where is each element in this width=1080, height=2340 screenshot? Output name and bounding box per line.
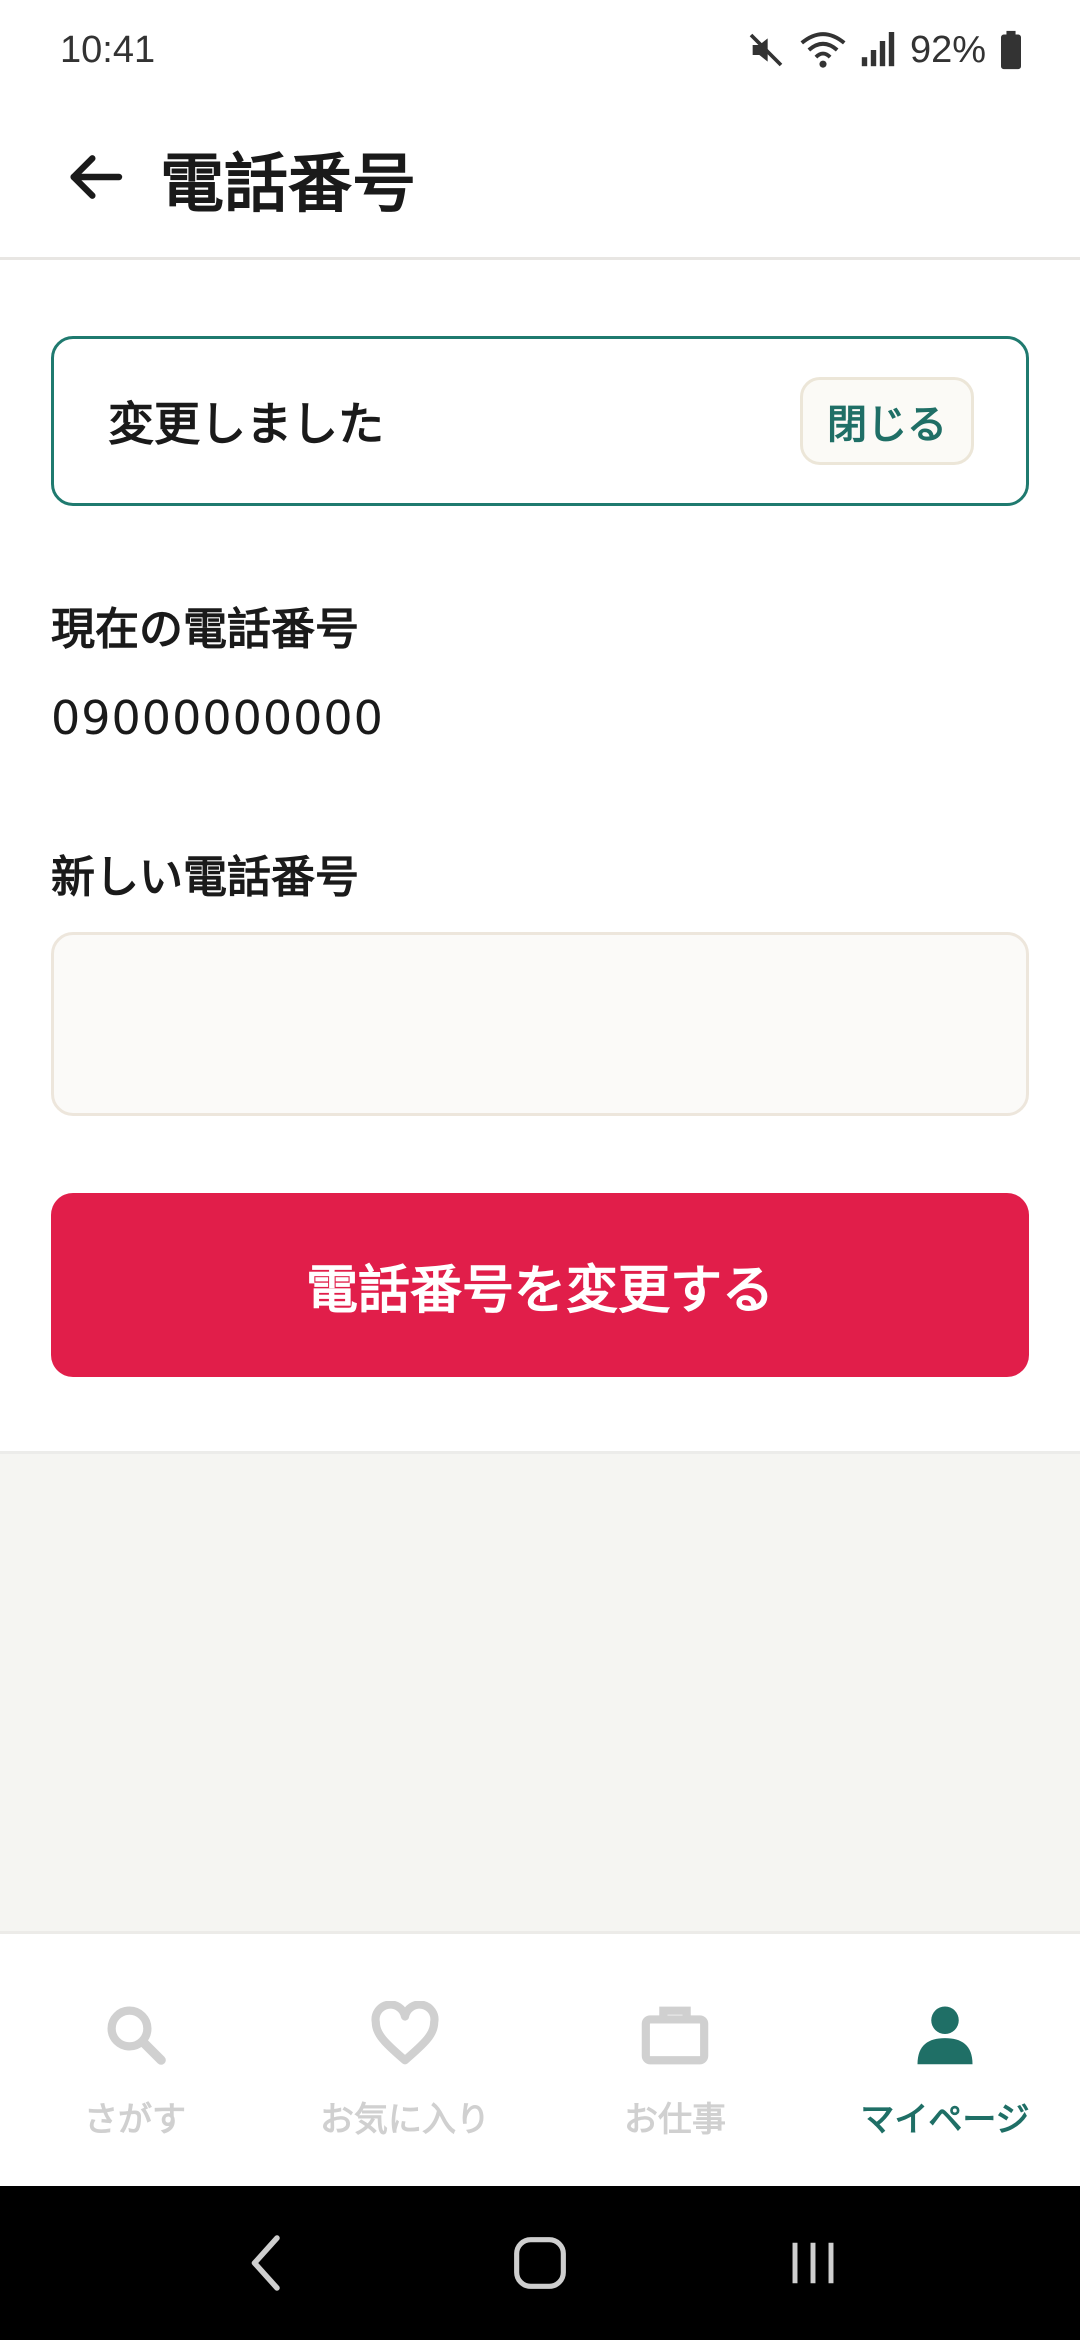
back-nav-icon[interactable] bbox=[207, 2213, 327, 2313]
toast-message: 変更しました bbox=[108, 397, 384, 451]
status-time: 10:41 bbox=[60, 28, 156, 71]
new-phone-label: 新しい電話番号 bbox=[51, 852, 359, 903]
change-phone-button[interactable]: 電話番号を変更する bbox=[51, 1193, 1029, 1377]
status-icons: 92% bbox=[746, 29, 1022, 72]
wifi-icon bbox=[800, 30, 846, 70]
bottom-tab-bar: さがす お気に入り お仕事 マイページ bbox=[0, 1931, 1080, 2186]
status-bar: 10:41 92% bbox=[0, 0, 1080, 100]
current-phone-label: 現在の電話番号 bbox=[51, 604, 359, 655]
tab-favorites[interactable]: お気に入り bbox=[270, 1934, 540, 2186]
success-toast: 変更しました 閉じる bbox=[51, 336, 1029, 506]
tab-label: さがす bbox=[84, 2100, 186, 2140]
mute-icon bbox=[746, 30, 786, 70]
battery-icon bbox=[1000, 30, 1022, 70]
toast-close-button[interactable]: 閉じる bbox=[800, 377, 974, 465]
system-nav-bar bbox=[0, 2186, 1080, 2340]
phone-screen: 10:41 92% 電話番号 変更しました 閉じる 現在の電話番号 090000… bbox=[0, 0, 1080, 2340]
tab-jobs[interactable]: お仕事 bbox=[540, 1934, 810, 2186]
tab-label: マイページ bbox=[860, 2100, 1030, 2140]
back-button[interactable] bbox=[50, 134, 140, 224]
recents-nav-icon[interactable] bbox=[753, 2213, 873, 2313]
battery-percentage: 92% bbox=[909, 28, 986, 71]
tab-search[interactable]: さがす bbox=[0, 1934, 270, 2186]
current-phone-value: 09000000000 bbox=[51, 691, 384, 745]
arrow-left-icon bbox=[63, 145, 127, 213]
home-nav-icon[interactable] bbox=[480, 2213, 600, 2313]
tab-label: お仕事 bbox=[624, 2100, 726, 2140]
tab-label: お気に入り bbox=[320, 2100, 490, 2140]
person-icon bbox=[912, 1994, 978, 2074]
heart-icon bbox=[370, 1994, 440, 2074]
tab-mypage[interactable]: マイページ bbox=[810, 1934, 1080, 2186]
new-phone-input[interactable] bbox=[51, 932, 1029, 1116]
briefcase-icon bbox=[640, 1994, 710, 2074]
signal-icon bbox=[860, 30, 896, 70]
main-content: 変更しました 閉じる 現在の電話番号 09000000000 新しい電話番号 電… bbox=[0, 263, 1080, 1451]
search-icon bbox=[102, 1994, 168, 2074]
empty-background-area bbox=[0, 1451, 1080, 1931]
app-header: 電話番号 bbox=[0, 100, 1080, 260]
page-title: 電話番号 bbox=[160, 147, 416, 222]
